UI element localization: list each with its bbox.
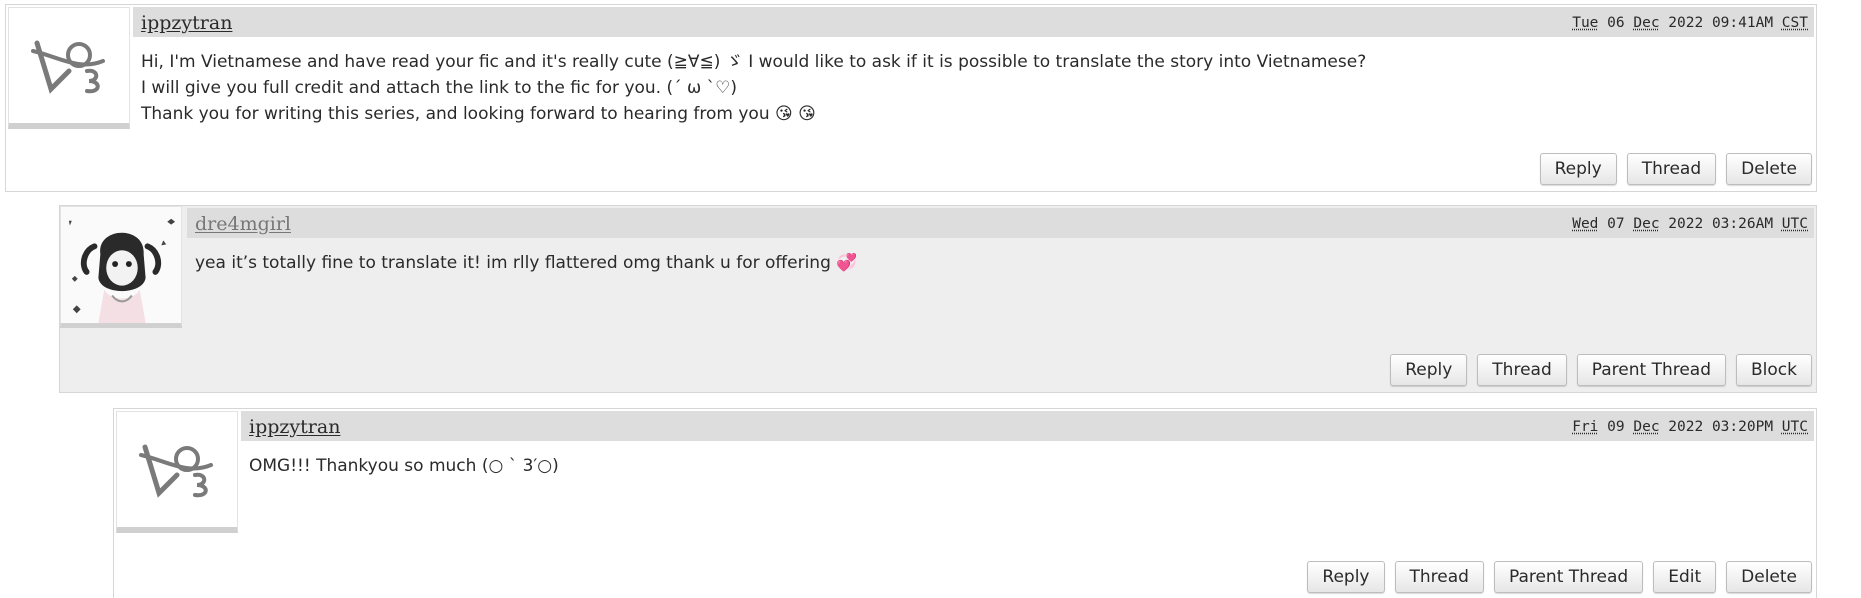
reply-button[interactable]: Reply [1539, 153, 1617, 185]
timezone-abbr: CST [1781, 15, 1808, 31]
comment-1: ippzytran Tue 06 Dec 2022 09:41AM CST Hi… [5, 4, 1817, 192]
comment-line: Hi, I'm Vietnamese and have read your fi… [141, 52, 1367, 72]
comment-line: OMG!!! Thankyou so much (○ ` 3′○) [249, 456, 559, 476]
comment-line: yea it’s totally fine to translate it! i… [195, 253, 858, 273]
reply-button[interactable]: Reply [1390, 354, 1468, 386]
block-button[interactable]: Block [1736, 354, 1812, 386]
username-link[interactable]: dre4mgirl [195, 213, 291, 235]
timezone-abbr: UTC [1781, 419, 1808, 435]
default-avatar-icon[interactable] [8, 7, 130, 129]
comment-actions: Reply Thread Parent Thread Block [1390, 354, 1812, 386]
comment-body: Hi, I'm Vietnamese and have read your fi… [141, 49, 1796, 127]
year-time: 2022 03:20PM [1668, 419, 1774, 435]
comment-line: Thank you for writing this series, and l… [141, 104, 816, 124]
comment-actions: Reply Thread Parent Thread Edit Delete [1307, 561, 1812, 593]
thread-button[interactable]: Thread [1477, 354, 1567, 386]
parent-thread-button[interactable]: Parent Thread [1493, 561, 1644, 593]
weekday-abbr: Tue [1572, 15, 1599, 31]
thread-button[interactable]: Thread [1394, 561, 1484, 593]
year-time: 2022 09:41AM [1668, 15, 1774, 31]
comment-body: OMG!!! Thankyou so much (○ ` 3′○) [249, 453, 1796, 479]
day: 09 [1607, 419, 1625, 435]
month-abbr: Dec [1633, 216, 1660, 232]
parent-thread-button[interactable]: Parent Thread [1576, 354, 1727, 386]
edit-button[interactable]: Edit [1653, 561, 1717, 593]
delete-button[interactable]: Delete [1726, 153, 1812, 185]
comment-datetime: Wed 07 Dec 2022 03:26AM UTC [1572, 216, 1808, 232]
month-abbr: Dec [1633, 419, 1660, 435]
day: 06 [1607, 15, 1625, 31]
weekday-abbr: Wed [1572, 216, 1599, 232]
comment-2: dre4mgirl Wed 07 Dec 2022 03:26AM UTC ye… [59, 205, 1817, 393]
weekday-abbr: Fri [1572, 419, 1599, 435]
thread-button[interactable]: Thread [1626, 153, 1717, 185]
comment-body: yea it’s totally fine to translate it! i… [195, 250, 1796, 276]
comment-3: ippzytran Fri 09 Dec 2022 03:20PM UTC OM… [113, 408, 1817, 598]
timezone-abbr: UTC [1781, 216, 1808, 232]
user-avatar-icon[interactable] [60, 206, 182, 328]
comment-header: ippzytran Fri 09 Dec 2022 03:20PM UTC [241, 411, 1814, 441]
comment-header: dre4mgirl Wed 07 Dec 2022 03:26AM UTC [187, 208, 1814, 238]
comment-datetime: Fri 09 Dec 2022 03:20PM UTC [1572, 419, 1808, 435]
year-time: 2022 03:26AM [1668, 216, 1774, 232]
delete-button[interactable]: Delete [1726, 561, 1812, 593]
username-link[interactable]: ippzytran [141, 12, 232, 34]
username-link[interactable]: ippzytran [249, 416, 340, 438]
comment-datetime: Tue 06 Dec 2022 09:41AM CST [1572, 15, 1808, 31]
comment-line: I will give you full credit and attach t… [141, 78, 738, 98]
default-avatar-icon[interactable] [116, 411, 238, 533]
month-abbr: Dec [1633, 15, 1660, 31]
reply-button[interactable]: Reply [1307, 561, 1385, 593]
comment-actions: Reply Thread Delete [1539, 153, 1812, 185]
comment-header: ippzytran Tue 06 Dec 2022 09:41AM CST [133, 7, 1814, 37]
day: 07 [1607, 216, 1625, 232]
